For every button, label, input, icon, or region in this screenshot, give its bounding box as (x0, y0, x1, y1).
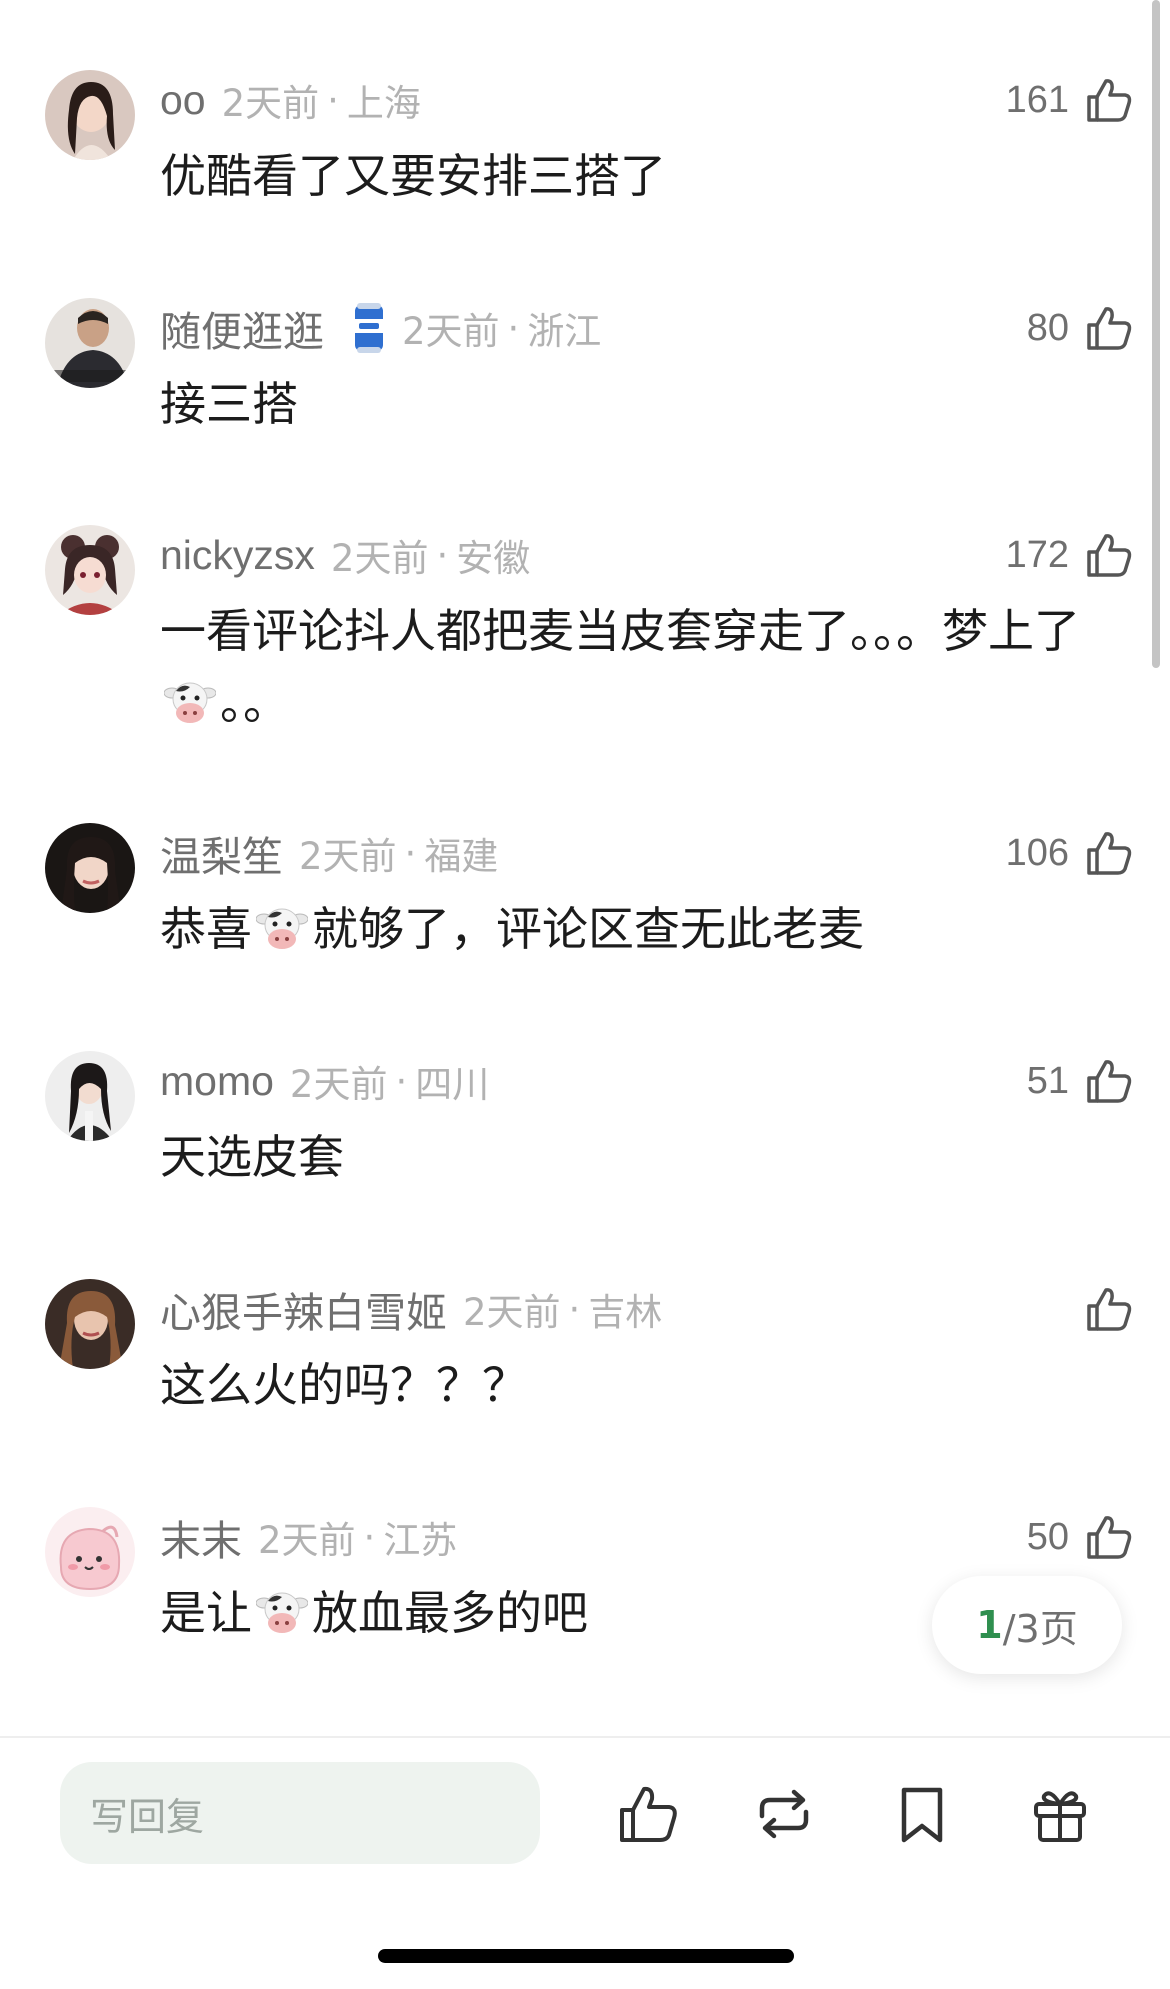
cow-emoji-icon (256, 1592, 308, 1633)
comment-time: 2天前 (258, 1519, 356, 1562)
home-indicator[interactable] (378, 1949, 794, 1963)
user-avatar-icon[interactable] (45, 1279, 135, 1369)
like-button[interactable]: 106 (1006, 823, 1133, 883)
comment-text: 天选皮套 (160, 1130, 344, 1184)
thumbs-up-icon (1087, 1288, 1132, 1331)
comment-item: momo 2天前 · 四川 51 天选皮套 (0, 1051, 1140, 1191)
comment-item: 温梨笙 2天前 · 福建 106 恭喜 就够了，评论区查无此老麦 (0, 823, 1140, 963)
user-avatar-icon[interactable] (45, 70, 135, 160)
comment-region: 浙江 (527, 310, 602, 353)
user-avatar-icon[interactable] (45, 823, 135, 913)
soda-can-badge-icon (355, 303, 383, 353)
comment-region: 上海 (346, 82, 421, 125)
total-pages: /3页 (1002, 1606, 1078, 1651)
comment-text: 接三搭 (160, 377, 298, 431)
separator-dot: · (436, 533, 449, 577)
comment-text: 一看评论抖人都把麦当皮套穿走了。。。梦上了。。 (160, 595, 1120, 739)
username[interactable]: 末末 (160, 1507, 242, 1567)
like-button[interactable]: 172 (1006, 525, 1133, 585)
repost-icon[interactable] (752, 1782, 816, 1846)
like-count: 172 (1005, 533, 1069, 576)
comment-time: 2天前 (221, 82, 320, 125)
comment-time: 2天前 (289, 1063, 388, 1106)
thumbs-up-icon (1087, 1516, 1132, 1559)
comment-text-part: 是让 (160, 1586, 252, 1640)
separator-dot: · (507, 306, 520, 350)
thumbs-up-icon[interactable] (616, 1782, 680, 1846)
gift-icon[interactable] (1028, 1782, 1092, 1846)
comment-meta: momo 2天前 · 四川 (160, 1051, 489, 1111)
bookmark-icon[interactable] (890, 1782, 954, 1846)
reply-placeholder: 写回复 (90, 1794, 205, 1839)
username[interactable]: 随便逛逛 (160, 298, 324, 358)
page-indicator-button[interactable]: 1 /3页 (932, 1576, 1122, 1674)
comment-text: 优酷看了又要安排三搭了 (160, 149, 666, 203)
comment-page: oo 2天前 · 上海 161 优酷看了又要安排三搭了 随便逛逛 2天前 · 浙… (0, 0, 1170, 1989)
user-avatar-icon[interactable] (45, 525, 135, 615)
comment-region: 福建 (424, 835, 499, 878)
reply-input[interactable]: 写回复 (60, 1762, 540, 1864)
comment-item: 心狠手辣白雪姬 2天前 · 吉林 这么火的吗？？？ (0, 1279, 1140, 1419)
comment-meta: oo 2天前 · 上海 (160, 70, 421, 130)
like-count: 51 (1026, 1059, 1069, 1102)
separator-dot: · (568, 1287, 581, 1331)
like-button[interactable]: 50 (1027, 1507, 1133, 1567)
divider (0, 1736, 1170, 1738)
user-avatar-icon[interactable] (45, 298, 135, 388)
comment-item: nickyzsx 2天前 · 安徽 172 一看评论抖人都把麦当皮套穿走了。。。… (0, 525, 1140, 735)
like-button[interactable]: 51 (1027, 1051, 1133, 1111)
like-count: 106 (1005, 831, 1069, 874)
like-button[interactable]: 80 (1027, 298, 1133, 358)
comment-text-part: 一看评论抖人都把麦当皮套穿走了。。。梦上了 (160, 604, 1080, 658)
comment-meta: 心狠手辣白雪姬 2天前 · 吉林 (160, 1279, 662, 1339)
thumbs-up-icon (1087, 307, 1132, 350)
comment-region: 江苏 (383, 1519, 458, 1562)
user-avatar-icon[interactable] (45, 1051, 135, 1141)
comment-meta: 末末 2天前 · 江苏 (160, 1507, 457, 1567)
comment-text: 恭喜 就够了，评论区查无此老麦 (160, 893, 1120, 965)
separator-dot: · (327, 78, 339, 122)
comment-time: 2天前 (402, 310, 500, 353)
comment-time: 2天前 (330, 537, 429, 580)
like-count: 80 (1026, 306, 1069, 349)
like-button[interactable]: 161 (1006, 70, 1133, 130)
like-button[interactable] (1069, 1279, 1133, 1339)
comment-region: 安徽 (456, 537, 531, 580)
comment-time: 2天前 (463, 1291, 561, 1334)
separator-dot: · (395, 1059, 408, 1103)
username[interactable]: momo (160, 1058, 274, 1105)
cow-emoji-icon (256, 908, 308, 949)
separator-dot: · (363, 1515, 376, 1559)
separator-dot: · (404, 831, 417, 875)
comment-meta: 随便逛逛 2天前 · 浙江 (160, 298, 601, 358)
thumbs-up-icon (1087, 1060, 1132, 1103)
comment-meta: nickyzsx 2天前 · 安徽 (160, 525, 530, 585)
comment-region: 四川 (415, 1063, 490, 1106)
current-page: 1 (976, 1603, 1003, 1647)
comment-time: 2天前 (299, 835, 397, 878)
username[interactable]: 心狠手辣白雪姬 (160, 1279, 447, 1339)
thumbs-up-icon (1087, 79, 1132, 122)
username[interactable]: nickyzsx (160, 532, 315, 579)
user-avatar-icon[interactable] (45, 1507, 135, 1597)
thumbs-up-icon (1087, 832, 1132, 875)
comment-meta: 温梨笙 2天前 · 福建 (160, 823, 498, 883)
comment-region: 吉林 (588, 1291, 663, 1334)
like-count: 50 (1026, 1515, 1069, 1558)
comment-text-part: 放血最多的吧 (312, 1586, 588, 1640)
scrollbar[interactable] (1152, 0, 1160, 668)
comment-text-part: 。。 (220, 676, 289, 730)
like-count: 161 (1005, 78, 1069, 121)
comment-item: 随便逛逛 2天前 · 浙江 80 接三搭 (0, 298, 1140, 438)
username[interactable]: 温梨笙 (160, 823, 283, 883)
comment-text-part: 就够了，评论区查无此老麦 (312, 902, 864, 956)
thumbs-up-icon (1087, 534, 1132, 577)
comment-item: oo 2天前 · 上海 161 优酷看了又要安排三搭了 (0, 70, 1140, 210)
username[interactable]: oo (160, 77, 206, 124)
comment-text: 这么火的吗？？？ (160, 1358, 528, 1412)
comment-text-part: 恭喜 (160, 902, 252, 956)
cow-emoji-icon (164, 682, 216, 723)
